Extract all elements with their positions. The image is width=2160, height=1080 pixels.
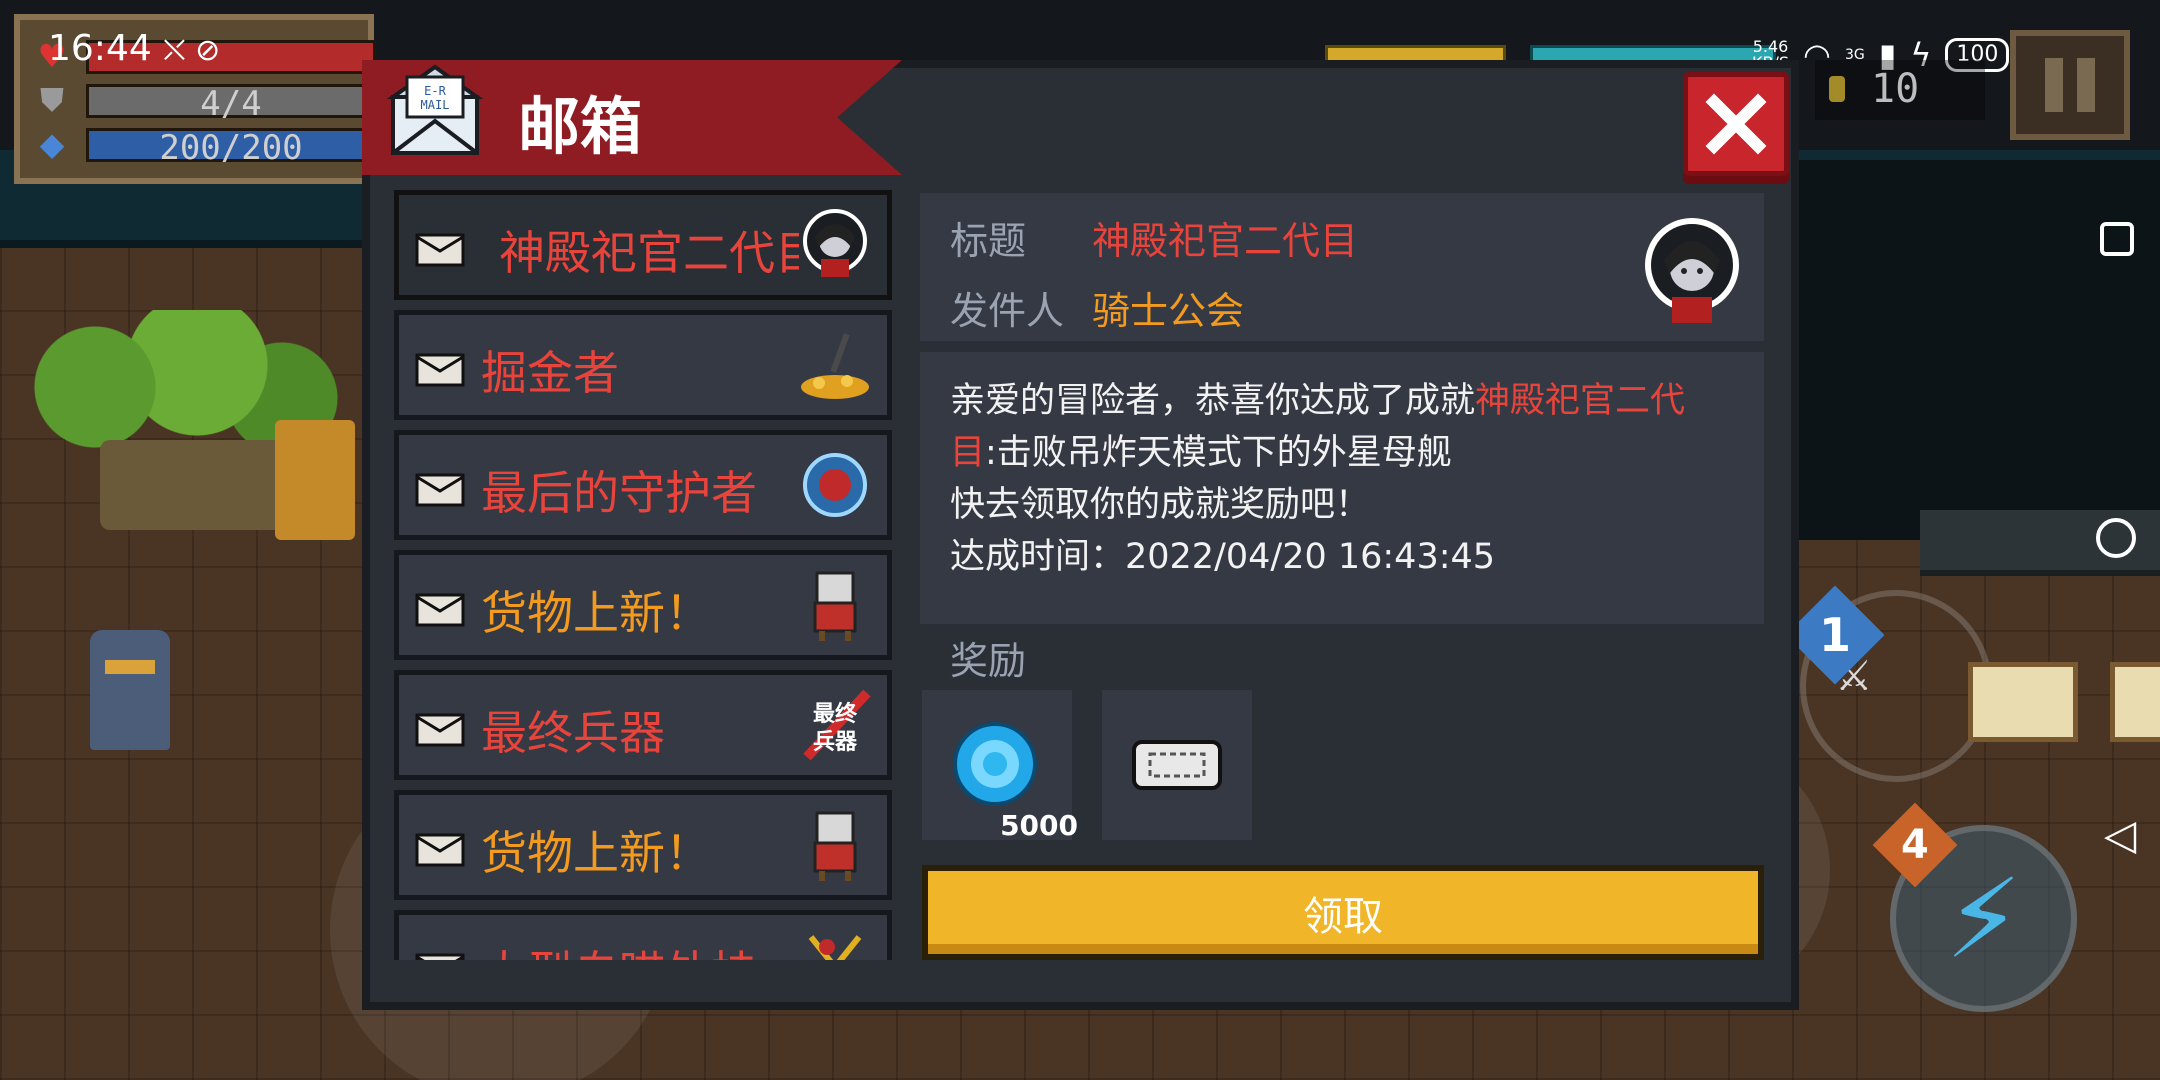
sender-avatar — [1645, 218, 1739, 323]
mail-subject: 神殿祀官二代目 — [499, 226, 799, 280]
merchant-icon — [813, 571, 857, 641]
energy-value: 200/200 — [159, 128, 303, 168]
mail-subject: 最终兵器 — [481, 706, 665, 760]
mail-item[interactable]: 大型自瞄外挂 — [394, 910, 892, 960]
coin-icon — [1829, 76, 1845, 102]
energy-bar: 200/200 — [86, 128, 376, 168]
message-line-4: 达成时间：2022/04/20 16:43:45 — [950, 537, 1496, 577]
dialog-title: 邮箱 — [518, 90, 643, 163]
envelope-icon — [415, 833, 465, 867]
golden-statue — [275, 420, 355, 540]
priest-avatar-icon — [803, 209, 867, 277]
lightning-icon: ⚡ — [1944, 854, 2023, 983]
reward-count: 5000 — [1000, 809, 1078, 842]
message-line-1: 亲爱的冒险者，恭喜你达成了成就神殿祀官二代 — [950, 381, 1686, 421]
reward-slot[interactable] — [1102, 690, 1252, 840]
mail-body: 亲爱的冒险者，恭喜你达成了成就神殿祀官二代 目:击败吊炸天模式下的外星母舰 快去… — [920, 352, 1764, 624]
mail-item[interactable]: 货物上新！ — [394, 550, 892, 660]
close-icon — [1705, 93, 1767, 155]
envelope-icon — [415, 473, 465, 507]
close-button[interactable] — [1683, 72, 1789, 176]
log-decoration — [100, 440, 300, 530]
guardian-orb-icon — [803, 453, 867, 517]
mail-item[interactable]: 掘金者 — [394, 310, 892, 420]
svg-text:E-R: E-R — [424, 84, 446, 98]
svg-text:最终: 最终 — [813, 701, 858, 727]
notice-board — [1968, 662, 2078, 742]
title-label: 标题 — [950, 219, 1027, 263]
merchant-icon — [813, 811, 857, 881]
sender-value: 骑士公会 — [1092, 289, 1245, 333]
mail-subject: 大型自瞄外挂 — [481, 937, 757, 960]
mail-item[interactable]: 最后的守护者 — [394, 430, 892, 540]
envelope-icon — [415, 353, 465, 387]
pause-button[interactable] — [2010, 30, 2130, 140]
shield-icon: ⛊ — [39, 81, 64, 119]
envelope-icon — [415, 953, 465, 960]
notice-board-2 — [2110, 662, 2160, 742]
back-button[interactable]: ◁ — [2096, 810, 2144, 859]
message-line-3: 快去领取你的成就奖励吧！ — [950, 485, 1371, 525]
dark-room — [1790, 160, 2160, 540]
ultimate-weapon-icon: 最终 兵器 — [803, 689, 871, 761]
recent-apps-button[interactable] — [2100, 222, 2134, 256]
ticket-icon — [1132, 740, 1222, 790]
armor-bar: 4/4 — [86, 84, 376, 124]
mail-subject: 货物上新！ — [481, 586, 711, 640]
mail-item[interactable]: 最终兵器 最终 兵器 — [394, 670, 892, 780]
mail-list[interactable]: 神殿祀官二代目 掘金者 最后的守护者 货物上新！ 最终兵器 最终 兵器 货物上新… — [390, 190, 898, 960]
title-value: 神殿祀官二代目 — [1092, 219, 1359, 263]
mail-subject: 掘金者 — [481, 346, 619, 400]
sender-label: 发件人 — [950, 289, 1065, 333]
mail-subject: 货物上新！ — [481, 826, 711, 880]
envelope-icon — [415, 233, 465, 267]
claim-button[interactable]: 领取 — [922, 865, 1764, 960]
npc-character — [90, 630, 170, 750]
aim-bot-icon — [808, 935, 862, 960]
home-button[interactable] — [2096, 518, 2136, 558]
message-line-2: 目:击败吊炸天模式下的外星母舰 — [950, 433, 1452, 473]
envelope-icon — [415, 593, 465, 627]
status-clock: 16:44 ⛌ ⊘ — [48, 28, 221, 69]
svg-text:兵器: 兵器 — [813, 730, 858, 755]
coin-counter: 10 — [1815, 60, 1985, 120]
mail-subject: 最后的守护者 — [481, 466, 757, 520]
armor-value: 4/4 — [200, 84, 262, 124]
mail-icon: E-R MAIL — [385, 63, 485, 159]
energy-icon: ◆ — [39, 125, 65, 163]
envelope-icon — [415, 713, 465, 747]
svg-text:MAIL: MAIL — [421, 98, 450, 112]
reward-slot[interactable]: 5000 — [922, 690, 1078, 842]
mail-item[interactable]: 神殿祀官二代目 — [394, 190, 892, 300]
gold-shovel-icon — [801, 333, 869, 399]
rewards-label: 奖励 — [950, 639, 1027, 683]
mail-item[interactable]: 货物上新！ — [394, 790, 892, 900]
